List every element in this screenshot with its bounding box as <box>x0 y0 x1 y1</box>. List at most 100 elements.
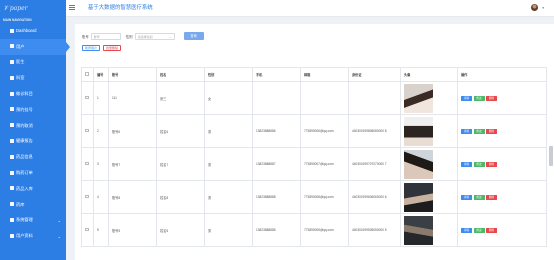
view-button[interactable]: 详情 <box>461 194 472 200</box>
search-form: 账号 账号 性别 请选择性别 ⌄ 查询 <box>82 32 204 40</box>
edit-button[interactable]: 修改 <box>473 128 485 134</box>
column-header[interactable]: 邮箱 <box>300 67 349 82</box>
view-button[interactable]: 详情 <box>461 95 472 101</box>
edit-button[interactable]: 修改 <box>473 95 485 101</box>
column-header[interactable]: 操作 <box>457 67 547 82</box>
logo[interactable]: 𝒱paper <box>0 0 66 17</box>
cell-email: 773890006@qq.com <box>300 114 349 148</box>
column-header[interactable]: 编号 <box>93 67 109 82</box>
account-label: 账号 <box>82 34 89 39</box>
sidebar-item-dashboard[interactable]: Dashboard <box>0 23 66 39</box>
sidebar: 𝒱paper MAIN NAVIGATION Dashboard 用户 医生 科… <box>0 0 70 260</box>
sidebar-item-departments[interactable]: 科室 <box>0 70 66 86</box>
warehouse-icon <box>10 186 14 191</box>
view-button[interactable]: 详情 <box>461 128 472 134</box>
sidebar-item-profile[interactable]: 用户资料 ⌄ <box>0 228 66 244</box>
sidebar-item-orders[interactable]: 购药订单 <box>0 165 66 181</box>
delete-button[interactable]: 删除 <box>486 194 497 200</box>
sidebar-item-users[interactable]: 用户 <box>0 38 70 55</box>
report-icon <box>10 139 14 144</box>
sidebar-item-health-reports[interactable]: 健康报告 <box>0 134 66 150</box>
cell-actions: 详情 修改 删除 <box>457 114 547 148</box>
sidebar-item-cancellations[interactable]: 预约取消 <box>0 118 66 134</box>
table-row[interactable]: 4 账号8 姓名8 男 13823888888 773890008@qq.com… <box>81 180 547 214</box>
row-checkbox[interactable] <box>81 147 94 181</box>
sidebar-item-system[interactable]: 系统管理 ⌄ <box>0 213 66 229</box>
avatar-photo <box>404 83 433 113</box>
cell-gender: 男 <box>204 114 253 148</box>
table-row[interactable]: 1 111 张三 女 详情 修改 删除 <box>81 81 547 115</box>
delete-button[interactable]: 删除 <box>486 95 497 101</box>
view-button[interactable]: 详情 <box>461 161 472 167</box>
batch-delete-button[interactable]: 批量删除 <box>103 45 122 51</box>
user-avatar[interactable] <box>531 4 538 11</box>
sidebar-item-stock-in[interactable]: 药品入库 <box>0 181 66 197</box>
cell-idcard: 440300199606060000 6 <box>348 180 401 214</box>
gender-select[interactable]: 请选择性别 ⌄ <box>134 32 175 40</box>
cell-gender: 女 <box>204 81 253 115</box>
content-panel: 账号 账号 性别 请选择性别 ⌄ 查询 新增用户 批量删除 编号 账号 姓名 性别… <box>75 24 554 260</box>
department-icon <box>10 75 14 80</box>
cell-phone: 13823888887 <box>252 147 301 181</box>
view-button[interactable]: 详情 <box>461 227 472 233</box>
avatar-photo <box>404 116 433 146</box>
cell-account: 账号5 <box>108 213 157 247</box>
table-row[interactable]: 2 账号6 姓名6 男 13823888886 773890006@qq.com… <box>81 114 547 148</box>
delete-button[interactable]: 删除 <box>486 227 497 233</box>
cell-phone <box>252 81 301 115</box>
cell-no: 4 <box>93 180 109 214</box>
logo-text: paper <box>9 5 28 12</box>
cell-email: 773890008@qq.com <box>300 180 349 214</box>
cell-idcard: 440300199707070000 7 <box>348 147 401 181</box>
column-header[interactable]: 姓名 <box>156 67 205 82</box>
sidebar-item-subjects[interactable]: 做诊科目 <box>0 86 66 102</box>
doctor-icon <box>10 60 14 65</box>
row-checkbox[interactable] <box>81 213 94 247</box>
row-checkbox[interactable] <box>81 114 94 148</box>
cell-name: 姓名8 <box>156 180 205 214</box>
edit-button[interactable]: 修改 <box>473 194 485 200</box>
select-all-checkbox[interactable] <box>81 67 94 82</box>
profile-icon <box>10 233 14 238</box>
cell-name: 姓名6 <box>156 114 205 148</box>
sidebar-item-doctors[interactable]: 医生 <box>0 55 66 71</box>
edit-button[interactable]: 修改 <box>473 227 485 233</box>
edit-button[interactable]: 修改 <box>473 161 485 167</box>
column-header[interactable]: 身份证 <box>348 67 401 82</box>
cell-idcard: 440300199505050000 5 <box>348 213 401 247</box>
cell-gender: 男 <box>204 213 253 247</box>
delete-button[interactable]: 删除 <box>486 161 497 167</box>
column-header[interactable]: 账号 <box>108 67 157 82</box>
app-title: 基于大数据的智慧医疗系统 <box>88 5 153 11</box>
column-header[interactable]: 头像 <box>400 67 458 82</box>
avatar-photo <box>404 215 433 245</box>
table-row[interactable]: 5 账号5 姓名5 男 13823888885 773890005@qq.com… <box>81 213 547 247</box>
cell-avatar <box>400 114 458 148</box>
cell-gender: 男 <box>204 147 253 181</box>
sidebar-item-pharmacy[interactable]: 药库 <box>0 197 66 213</box>
query-button[interactable]: 查询 <box>183 32 204 40</box>
column-header[interactable]: 性别 <box>204 67 253 82</box>
sidebar-item-appointments[interactable]: 预约挂号 <box>0 102 66 118</box>
cell-idcard <box>348 81 401 115</box>
add-user-button[interactable]: 新增用户 <box>82 45 101 51</box>
cell-avatar <box>400 180 458 214</box>
avatar-photo <box>404 149 433 179</box>
cell-avatar <box>400 147 458 181</box>
caret-down-icon[interactable]: ▾ <box>542 6 544 10</box>
delete-button[interactable]: 删除 <box>486 128 497 134</box>
account-input[interactable]: 账号 <box>90 32 121 40</box>
medicine-icon <box>10 154 14 159</box>
table-row[interactable]: 3 账号7 姓名7 男 13823888887 773890007@qq.com… <box>81 147 547 181</box>
cell-idcard: 440300199808080000 8 <box>348 114 401 148</box>
row-checkbox[interactable] <box>81 81 94 115</box>
row-checkbox[interactable] <box>81 180 94 214</box>
sidebar-item-medicines[interactable]: 药品信息 <box>0 149 66 165</box>
menu-toggle-icon[interactable] <box>69 5 75 11</box>
scrollbar[interactable] <box>549 146 553 166</box>
chevron-down-icon: ⌄ <box>57 217 61 223</box>
cell-avatar <box>400 213 458 247</box>
cell-actions: 详情 修改 删除 <box>457 180 547 214</box>
user-table: 编号 账号 姓名 性别 手机 邮箱 身份证 头像 操作 1 111 张三 女 详… <box>81 67 547 247</box>
column-header[interactable]: 手机 <box>252 67 301 82</box>
